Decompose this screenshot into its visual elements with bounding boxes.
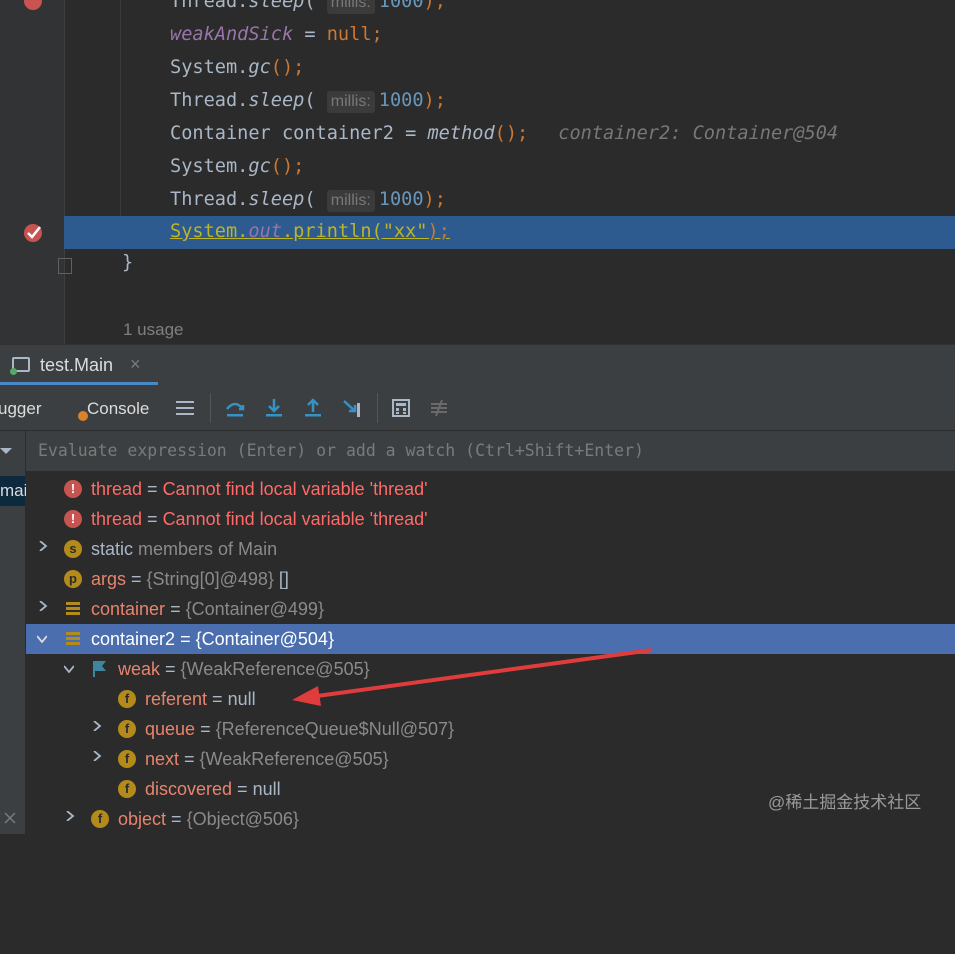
tree-row[interactable]: s static members of Main	[26, 534, 955, 564]
chevron-right-icon[interactable]	[92, 751, 102, 761]
threads-menu-icon[interactable]	[174, 397, 196, 419]
watermark: @稀土掘金技术社区	[768, 793, 922, 812]
tree-row-selected[interactable]: container2 = {Container@504}	[26, 624, 955, 654]
param-hint: millis:	[326, 91, 375, 113]
static-icon: s	[64, 540, 82, 558]
evaluate-expression-icon[interactable]	[390, 397, 412, 419]
tree-row[interactable]: ! thread = Cannot find local variable 't…	[26, 474, 955, 504]
fold-marker-icon[interactable]	[58, 258, 72, 274]
code-line[interactable]: Container container2 = method(); containe…	[0, 118, 955, 151]
toolbar-separator	[377, 393, 378, 423]
trace-stream-icon[interactable]	[428, 397, 450, 419]
run-config-icon	[10, 357, 30, 375]
field-icon: f	[91, 810, 109, 828]
watch-expression-input[interactable]: Evaluate expression (Enter) or add a wat…	[26, 431, 955, 472]
inline-debug-value: container2: Container@504	[558, 123, 839, 144]
usage-hint[interactable]: 1 usage	[123, 320, 184, 340]
chevron-down-icon[interactable]	[0, 445, 12, 457]
chevron-down-icon[interactable]	[64, 664, 74, 674]
chevron-right-icon[interactable]	[92, 721, 102, 731]
chevron-right-icon[interactable]	[38, 541, 48, 551]
code-line[interactable]: weakAndSick = null;	[0, 19, 955, 52]
step-out-icon[interactable]	[302, 397, 324, 419]
param-icon: p	[64, 570, 82, 588]
chevron-right-icon[interactable]	[38, 601, 48, 611]
tab-console[interactable]: Console	[87, 399, 149, 419]
code-line[interactable]: Thread.sleep( millis: 1000);	[0, 184, 955, 217]
param-hint: millis:	[326, 0, 375, 14]
execution-point-line[interactable]: System.out.println("xx");	[64, 216, 955, 249]
error-icon: !	[64, 510, 82, 528]
close-icon[interactable]	[4, 812, 16, 824]
step-into-icon[interactable]	[263, 397, 285, 419]
step-over-icon[interactable]	[224, 397, 246, 419]
toolbar-separator	[210, 393, 211, 423]
object-icon	[66, 602, 80, 615]
tree-row[interactable]: f queue = {ReferenceQueue$Null@507}	[26, 714, 955, 744]
frame-item-main[interactable]: mai	[0, 476, 27, 506]
field-icon: f	[118, 750, 136, 768]
tab-debugger[interactable]: ugger	[0, 399, 41, 419]
variables-tree[interactable]: ! thread = Cannot find local variable 't…	[26, 472, 955, 834]
field-icon: f	[118, 720, 136, 738]
tree-row[interactable]: weak = {WeakReference@505}	[26, 654, 955, 684]
tree-row[interactable]: ! thread = Cannot find local variable 't…	[26, 504, 955, 534]
tree-row[interactable]: container = {Container@499}	[26, 594, 955, 624]
debug-tool-window-header: test.Main ×	[0, 344, 955, 385]
code-line[interactable]: Thread.sleep( millis: 1000);	[0, 0, 955, 19]
breakpoint-hit-icon[interactable]	[22, 221, 46, 245]
code-line[interactable]: Thread.sleep( millis: 1000);	[0, 85, 955, 118]
code-line[interactable]: System.gc();	[0, 151, 955, 184]
tab-label: test.Main	[40, 355, 114, 375]
field-icon: f	[118, 690, 136, 708]
error-icon: !	[64, 480, 82, 498]
tree-row[interactable]: f next = {WeakReference@505}	[26, 744, 955, 774]
code-editor[interactable]: Thread.sleep( millis: 1000); weakAndSick …	[0, 0, 955, 344]
object-icon	[66, 632, 80, 645]
chevron-down-icon[interactable]	[37, 634, 47, 644]
flag-icon	[93, 661, 106, 677]
run-to-cursor-icon[interactable]	[341, 397, 363, 419]
closing-brace: }	[122, 252, 134, 273]
param-hint: millis:	[326, 190, 375, 212]
field-icon: f	[118, 780, 136, 798]
chevron-right-icon[interactable]	[65, 811, 75, 821]
tree-row[interactable]: f referent = null	[26, 684, 955, 714]
debug-toolbar: ugger Console	[0, 385, 955, 431]
code-line[interactable]: System.gc();	[0, 52, 955, 85]
tree-row[interactable]: p args = {String[0]@498} []	[26, 564, 955, 594]
tab-test-main[interactable]: test.Main ×	[0, 345, 158, 385]
close-icon[interactable]: ×	[130, 354, 141, 375]
